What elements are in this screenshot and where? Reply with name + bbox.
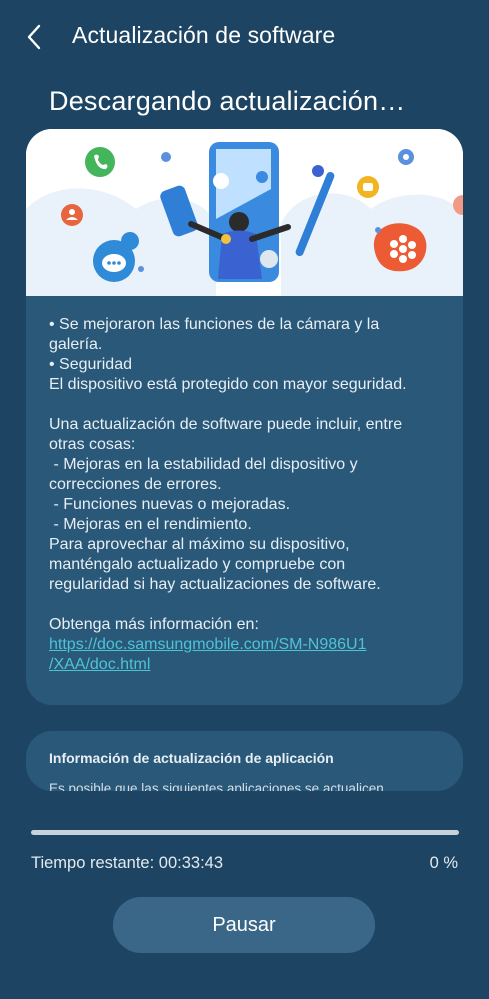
release-notes-card[interactable]: • Se mejoraron las funciones de la cámar… xyxy=(26,129,463,705)
notes-line: • Seguridad xyxy=(49,356,132,373)
more-info-link[interactable]: https://doc.samsungmobile.com/SM-N986U1 xyxy=(49,635,449,655)
download-status-heading: Descargando actualización… xyxy=(49,86,406,116)
notes-spacer xyxy=(49,395,449,415)
app-update-info-card[interactable]: Información de actualización de aplicaci… xyxy=(26,731,463,791)
chevron-left-icon xyxy=(27,24,41,50)
more-info-link[interactable]: /XAA/doc.html xyxy=(49,655,449,675)
notes-line: Para aprovechar al máximo su dispositivo… xyxy=(49,536,350,553)
notes-line: regularidad si hay actualizaciones de so… xyxy=(49,576,381,593)
software-update-illustration xyxy=(26,129,463,296)
screen-title: Actualización de software xyxy=(72,22,336,48)
progress-percent: 0 % xyxy=(429,854,458,872)
notes-line: • Se mejoraron las funciones de la cámar… xyxy=(49,316,380,333)
notes-spacer xyxy=(49,595,449,615)
notes-line: galería. xyxy=(49,336,103,353)
app-update-info-body: Es posible que las siguientes aplicacion… xyxy=(49,781,384,791)
notes-line: correcciones de errores. xyxy=(49,476,222,493)
notes-line: otras cosas: xyxy=(49,436,136,453)
time-remaining: Tiempo restante: 00:33:43 xyxy=(31,854,224,872)
notes-line: - Mejoras en el rendimiento. xyxy=(49,516,252,533)
notes-line: Obtenga más información en: xyxy=(49,616,259,633)
notes-line: - Funciones nuevas o mejoradas. xyxy=(49,496,291,513)
notes-line: manténgalo actualizado y compruebe con xyxy=(49,556,346,573)
notes-line: Una actualización de software puede incl… xyxy=(49,416,403,433)
download-progress-bar xyxy=(31,830,459,835)
app-update-info-title: Información de actualización de aplicaci… xyxy=(49,750,334,766)
top-app-bar: Actualización de software xyxy=(0,0,489,74)
pause-button[interactable]: Pausar xyxy=(113,897,375,953)
back-button[interactable] xyxy=(18,20,50,54)
notes-line: - Mejoras en la estabilidad del disposit… xyxy=(49,456,358,473)
release-notes-text: • Se mejoraron las funciones de la cámar… xyxy=(49,315,449,675)
notes-line: El dispositivo está protegido con mayor … xyxy=(49,376,407,393)
